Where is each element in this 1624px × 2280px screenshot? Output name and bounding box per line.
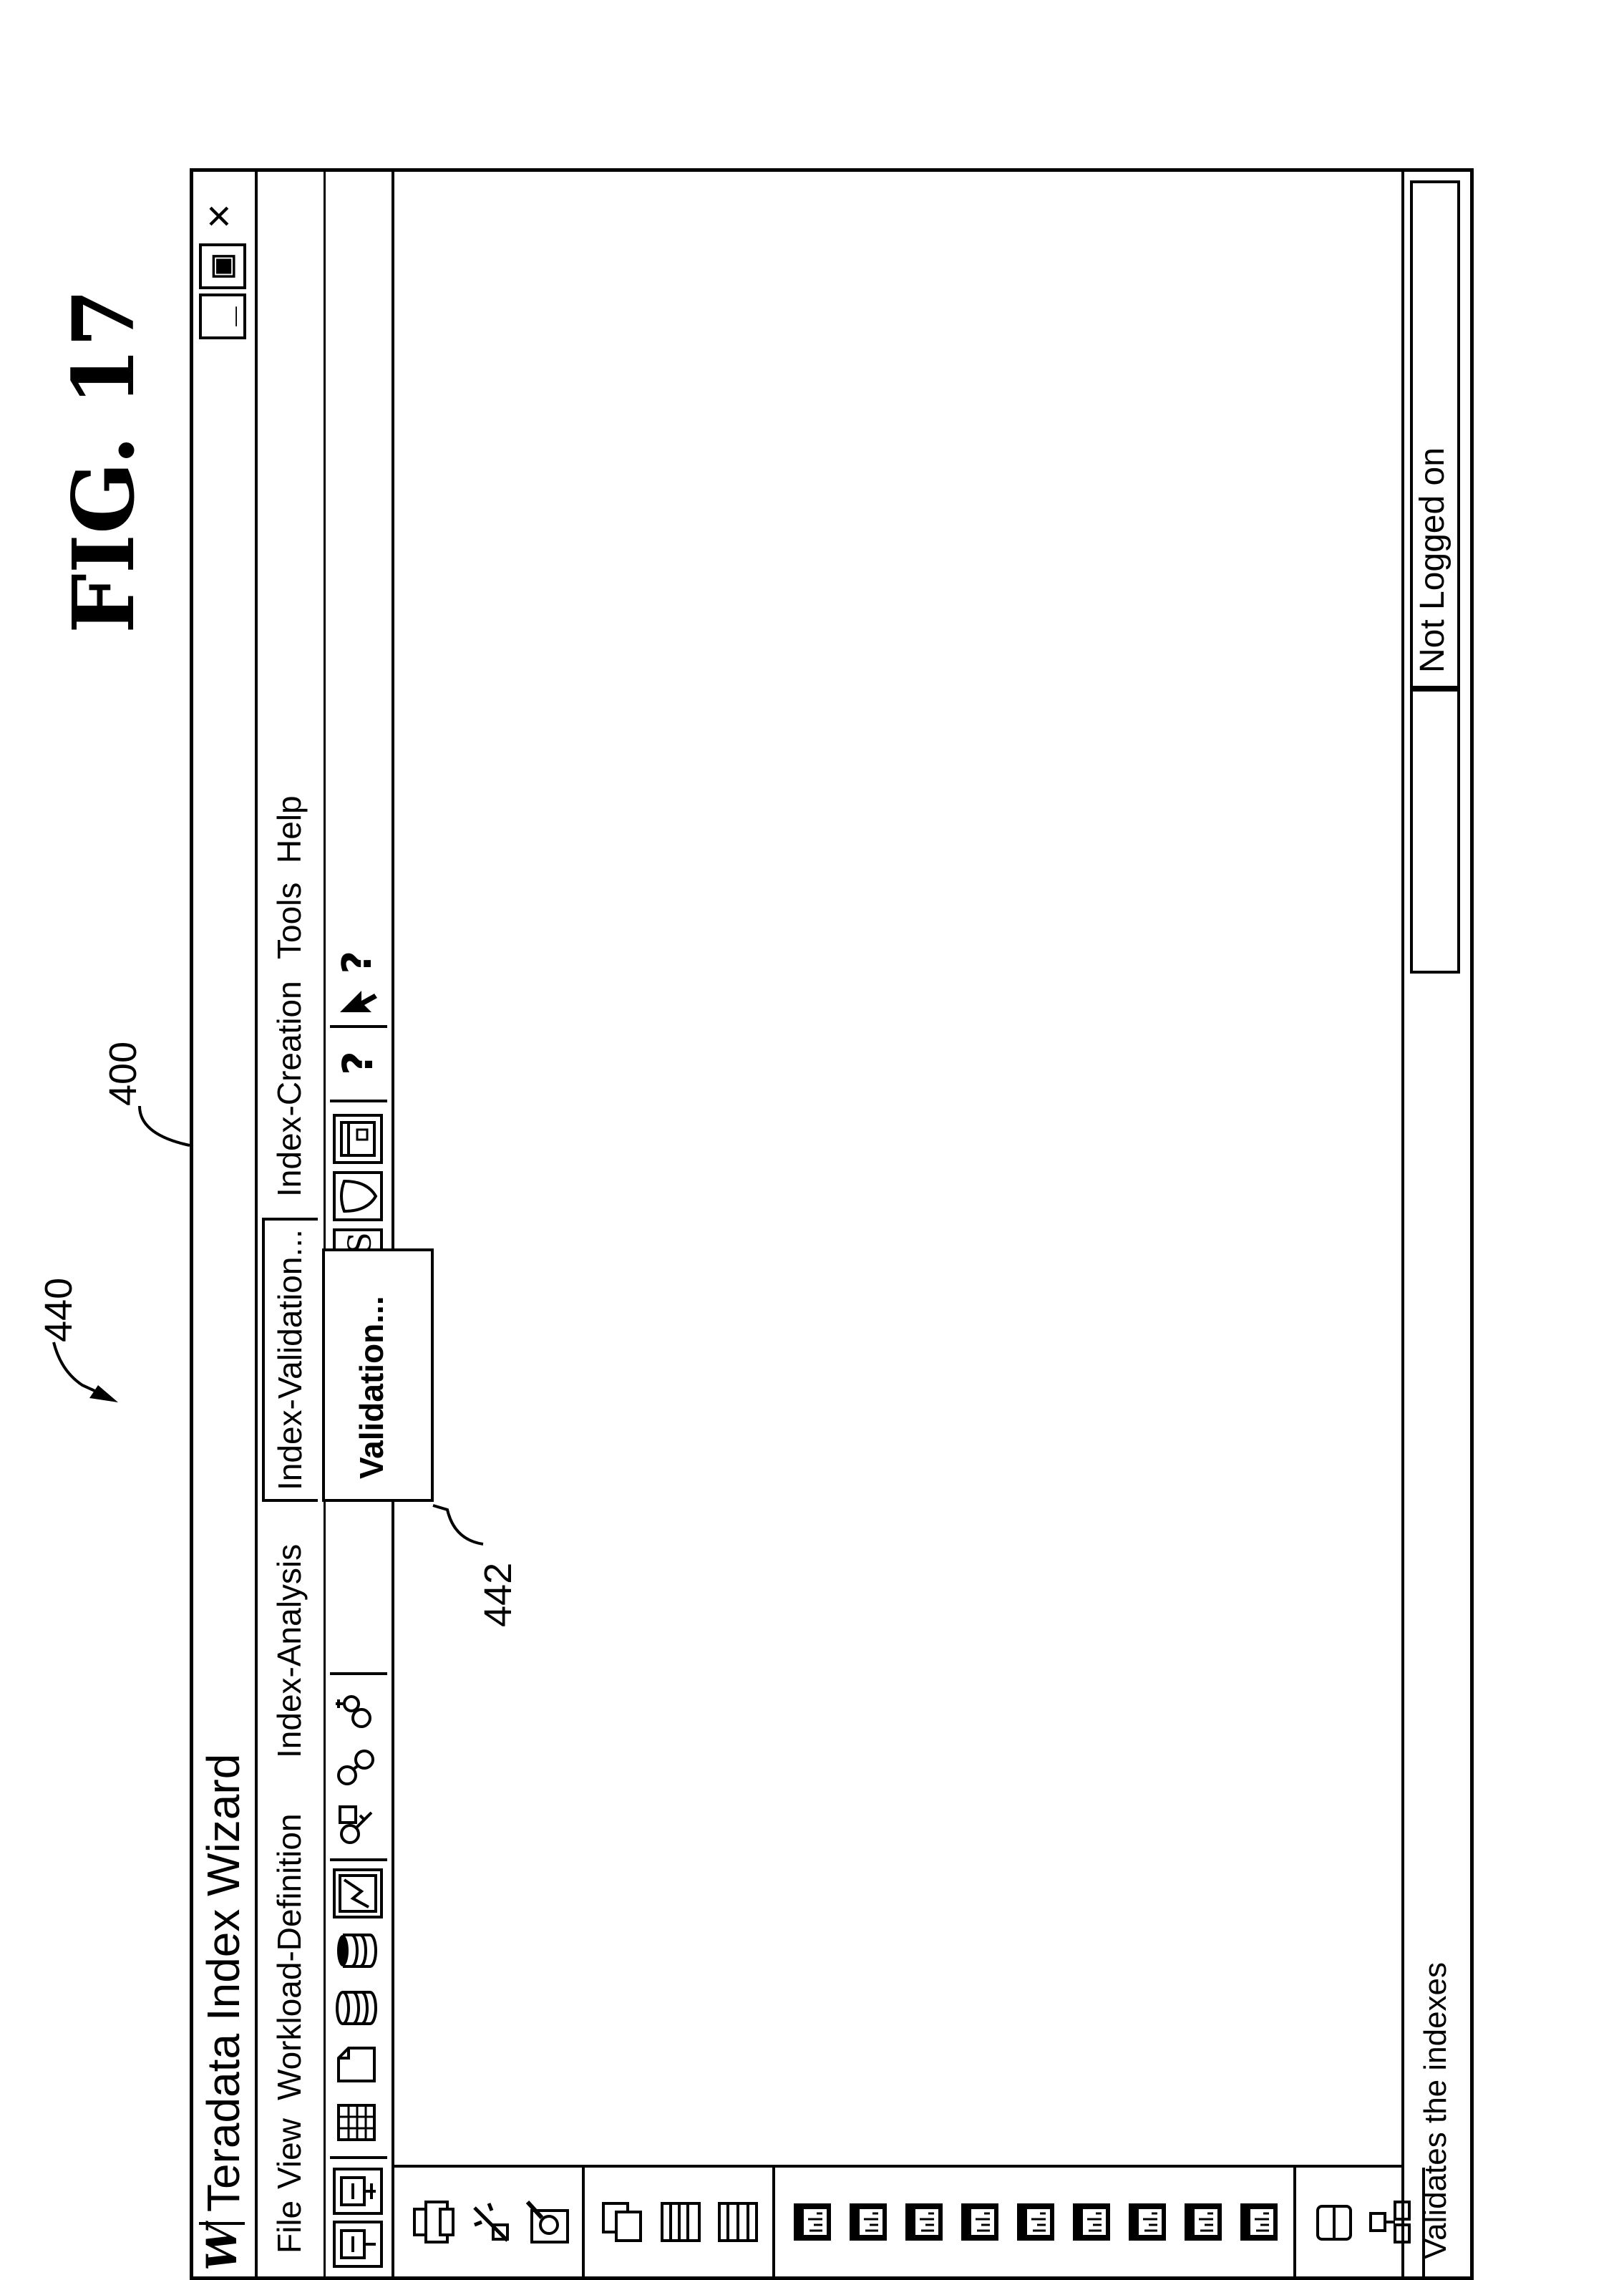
rotated-figure: FIG. 17 W Teradata Index Wizard _ ▣ × Fi… [37, 132, 1478, 2280]
figure-label: FIG. 17 [54, 288, 153, 634]
ref-numeral-400: 400 [102, 1041, 145, 1106]
ref-numeral-440: 440 [37, 1277, 80, 1342]
lead-lines [52, 1105, 484, 1546]
